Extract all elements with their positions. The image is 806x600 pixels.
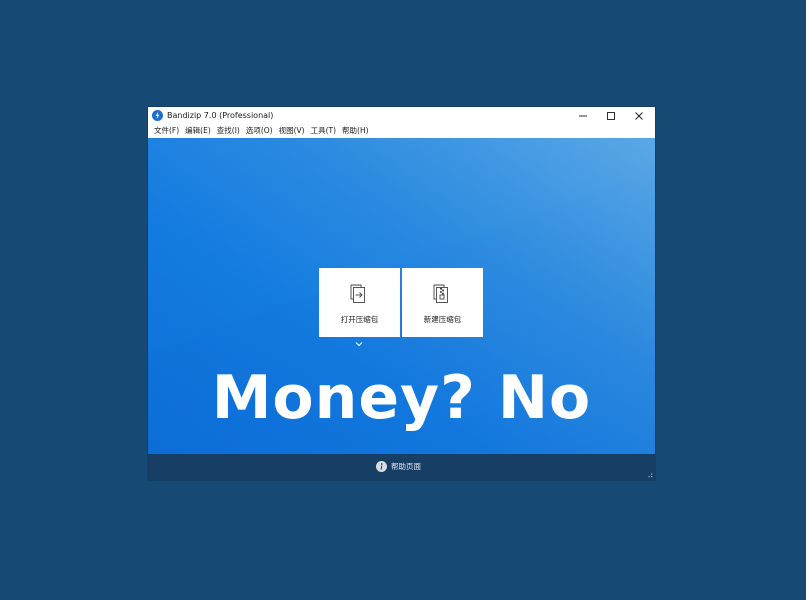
info-icon [376, 461, 387, 472]
open-archive-button[interactable]: 打开压缩包 [319, 268, 400, 337]
bandizip-logo-icon [152, 110, 163, 121]
title-bar[interactable]: Bandizip 7.0 (Professional) [148, 107, 655, 124]
minimize-icon [579, 115, 587, 116]
menu-item-find[interactable]: 查找(I) [214, 124, 243, 138]
menu-bar: 文件(F) 编辑(E) 查找(I) 选项(O) 视图(V) 工具(T) 帮助(H… [148, 124, 655, 138]
new-archive-icon [433, 284, 448, 303]
chevron-down-icon[interactable] [354, 340, 364, 348]
window-title: Bandizip 7.0 (Professional) [167, 111, 274, 120]
menu-item-file[interactable]: 文件(F) [151, 124, 182, 138]
new-archive-label: 新建压缩包 [423, 315, 462, 324]
maximize-icon [607, 111, 615, 120]
maximize-button[interactable] [597, 107, 625, 124]
resize-grip-icon[interactable] [646, 471, 654, 479]
close-button[interactable] [625, 107, 653, 124]
footer-bar: 帮助页面 [148, 454, 655, 480]
app-window: Bandizip 7.0 (Professional) 文件(F) 编辑(E) … [148, 107, 655, 480]
open-archive-label: 打开压缩包 [340, 315, 379, 324]
close-icon [635, 111, 643, 120]
new-archive-button[interactable]: 新建压缩包 [402, 268, 483, 337]
minimize-button[interactable] [569, 107, 597, 124]
menu-item-tools[interactable]: 工具(T) [308, 124, 339, 138]
help-page-label: 帮助页面 [391, 462, 421, 471]
menu-item-view[interactable]: 视图(V) [276, 124, 308, 138]
open-archive-icon [350, 284, 365, 303]
overlay-caption: Money? No [211, 363, 592, 433]
menu-item-edit[interactable]: 编辑(E) [182, 124, 214, 138]
main-panel: 打开压缩包 新建压缩包 Money? No [148, 138, 655, 454]
help-page-link[interactable]: 帮助页面 [376, 461, 421, 472]
menu-item-help[interactable]: 帮助(H) [339, 124, 372, 138]
menu-item-options[interactable]: 选项(O) [243, 124, 276, 138]
